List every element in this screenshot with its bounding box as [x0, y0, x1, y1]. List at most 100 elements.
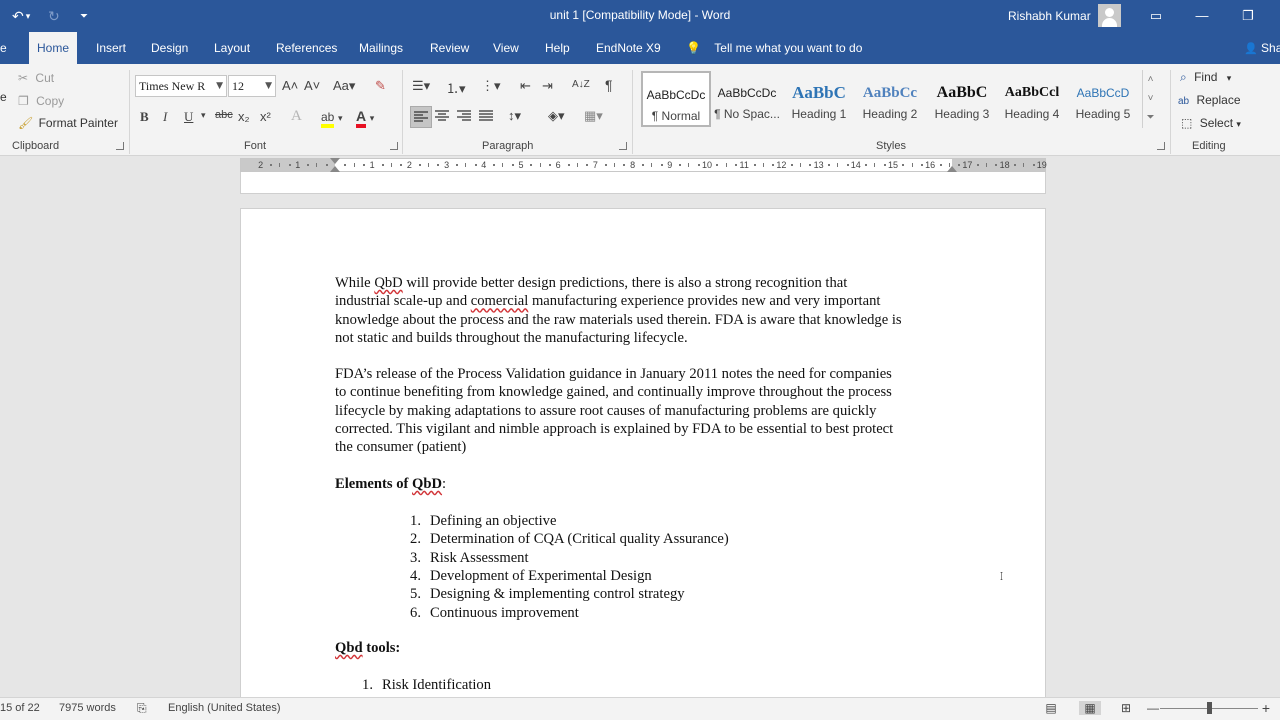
shrink-font-icon[interactable]: A˅: [304, 78, 320, 93]
document-area[interactable]: While QbD will provide better design pre…: [0, 172, 1280, 697]
restore-button[interactable]: ❐: [1236, 6, 1260, 26]
chevron-down-icon[interactable]: ▾: [1227, 73, 1232, 83]
font-name-combo[interactable]: Times New R ▼: [135, 75, 227, 97]
numbering-icon[interactable]: ⒈▾: [446, 78, 466, 97]
page-count[interactable]: 15 of 22: [0, 702, 40, 714]
decrease-indent-icon[interactable]: ⇤: [520, 78, 531, 94]
strikethrough-button[interactable]: abc: [215, 109, 233, 121]
multilevel-list-icon[interactable]: ⋮▾: [481, 78, 501, 94]
style-heading-3[interactable]: AaBbC Heading 3: [927, 71, 997, 127]
web-layout-icon[interactable]: ⊞: [1118, 701, 1134, 715]
superscript-button[interactable]: x²: [260, 109, 271, 124]
align-right-button[interactable]: [457, 110, 471, 125]
chevron-down-icon[interactable]: ▾: [1236, 119, 1241, 129]
font-color-button[interactable]: A ▾: [356, 108, 375, 128]
bullets-icon[interactable]: ☰▾: [412, 78, 430, 94]
zoom-out-button[interactable]: —: [1145, 701, 1161, 715]
ruler-number: 19: [1036, 160, 1047, 170]
style-heading-1[interactable]: AaBbC Heading 1: [784, 71, 854, 127]
tab-endnote[interactable]: EndNote X9: [596, 32, 661, 64]
shading-icon[interactable]: ◈▾: [548, 108, 565, 124]
avatar[interactable]: [1098, 4, 1121, 27]
paste-button[interactable]: e: [0, 90, 7, 104]
highlight-button[interactable]: ab ▾: [321, 109, 343, 128]
print-layout-icon[interactable]: ▦: [1079, 701, 1101, 715]
style-normal[interactable]: AaBbCcDc ¶ Normal: [641, 71, 711, 127]
find-button[interactable]: ⌕ Find ▾: [1180, 70, 1231, 85]
text-effects-icon[interactable]: A: [291, 108, 302, 125]
replace-button[interactable]: ab Replace: [1178, 93, 1241, 107]
share-button[interactable]: 👤 Sha: [1244, 32, 1280, 64]
spelling-flag[interactable]: Qbd: [335, 640, 363, 656]
minimize-button[interactable]: —: [1190, 6, 1214, 26]
bold-button[interactable]: B: [140, 109, 149, 125]
chevron-down-icon[interactable]: ▾: [338, 113, 343, 123]
spelling-flag[interactable]: QbD: [374, 275, 402, 291]
style-no-spacing[interactable]: AaBbCcDc ¶ No Spac...: [712, 71, 782, 127]
chevron-up-icon[interactable]: ˄: [1143, 70, 1158, 89]
show-formatting-marks-icon[interactable]: ¶: [605, 77, 613, 93]
word-count[interactable]: 7975 words: [59, 702, 116, 714]
cut-button[interactable]: ✂ Cut: [18, 71, 54, 85]
clipboard-group-label: Clipboard: [12, 140, 60, 152]
increase-indent-icon[interactable]: ⇥: [542, 78, 553, 94]
tab-mailings[interactable]: Mailings: [359, 32, 403, 64]
chevron-down-icon[interactable]: ▼: [265, 76, 272, 96]
underline-button[interactable]: U: [184, 109, 193, 125]
change-case-icon[interactable]: Aa▾: [333, 78, 355, 94]
format-painter-button[interactable]: 🖌 Format Painter: [18, 116, 118, 130]
styles-launcher-icon[interactable]: [1157, 142, 1165, 150]
grow-font-icon[interactable]: A˄: [282, 78, 298, 93]
style-heading-4[interactable]: AaBbCcl Heading 4: [997, 71, 1067, 127]
chevron-down-icon[interactable]: ▼: [216, 76, 223, 96]
read-mode-icon[interactable]: ▤: [1043, 701, 1059, 715]
line-spacing-icon[interactable]: ↕▾: [508, 108, 521, 124]
sort-icon[interactable]: A↓Z: [572, 79, 590, 90]
horizontal-ruler[interactable]: 2 1 1 2 3 4 5 6 7 8 9 10 11 12 13 14 15 16 17 18 19: [240, 158, 1047, 172]
zoom-slider-thumb[interactable]: [1207, 702, 1212, 714]
font-size-combo[interactable]: 12 ▼: [228, 75, 276, 97]
clipboard-launcher-icon[interactable]: [116, 142, 124, 150]
tab-help[interactable]: Help: [545, 32, 570, 64]
chevron-down-icon[interactable]: ▾: [370, 113, 375, 123]
style-name: ¶ Normal: [651, 109, 701, 123]
tell-me-search[interactable]: 💡 Tell me what you want to do: [686, 32, 862, 64]
italic-button[interactable]: I: [163, 109, 167, 125]
spelling-flag[interactable]: comercial: [471, 293, 529, 309]
heading-elements-of-qbd: Elements of QbD:: [335, 476, 447, 492]
tab-home[interactable]: Home: [29, 32, 78, 64]
chevron-down-icon[interactable]: ˅: [1143, 89, 1158, 108]
paragraph-launcher-icon[interactable]: [619, 142, 627, 150]
ruler-tick: [604, 164, 607, 166]
tab-insert[interactable]: Insert: [96, 32, 126, 64]
zoom-in-button[interactable]: +: [1258, 701, 1274, 715]
underline-dropdown-icon[interactable]: ▾: [201, 110, 206, 121]
styles-more-icon[interactable]: ⏷: [1143, 108, 1158, 127]
ribbon-display-options-button[interactable]: ▭: [1144, 6, 1168, 26]
tab-design[interactable]: Design: [151, 32, 188, 64]
language[interactable]: English (United States): [168, 702, 281, 714]
font-launcher-icon[interactable]: [390, 142, 398, 150]
align-left-button[interactable]: [410, 106, 432, 128]
spelling-flag[interactable]: QbD: [412, 476, 442, 492]
style-heading-2[interactable]: AaBbCc Heading 2: [855, 71, 925, 127]
subscript-button[interactable]: x₂: [238, 109, 250, 124]
style-heading-5[interactable]: AaBbCcD Heading 5: [1068, 71, 1138, 127]
tab-file[interactable]: e: [0, 32, 7, 64]
tab-view[interactable]: View: [493, 32, 519, 64]
justify-button[interactable]: [479, 110, 493, 125]
tab-review[interactable]: Review: [430, 32, 469, 64]
text-run: knowledge about the process and the raw …: [335, 311, 902, 328]
user-name[interactable]: Rishabh Kumar: [1008, 9, 1091, 23]
document-page[interactable]: While QbD will provide better design pre…: [240, 208, 1046, 697]
copy-button[interactable]: ❐ Copy: [18, 94, 64, 108]
borders-icon[interactable]: ▦▾: [584, 108, 603, 124]
select-button[interactable]: ⬚ Select ▾: [1181, 116, 1241, 130]
tab-layout[interactable]: Layout: [214, 32, 250, 64]
ruler-number: 15: [887, 160, 898, 170]
clear-formatting-icon[interactable]: ✎: [375, 78, 386, 94]
align-center-button[interactable]: [435, 110, 449, 125]
proofing-icon[interactable]: ⎘: [137, 701, 147, 716]
first-line-indent-marker[interactable]: [330, 158, 340, 164]
tab-references[interactable]: References: [276, 32, 337, 64]
